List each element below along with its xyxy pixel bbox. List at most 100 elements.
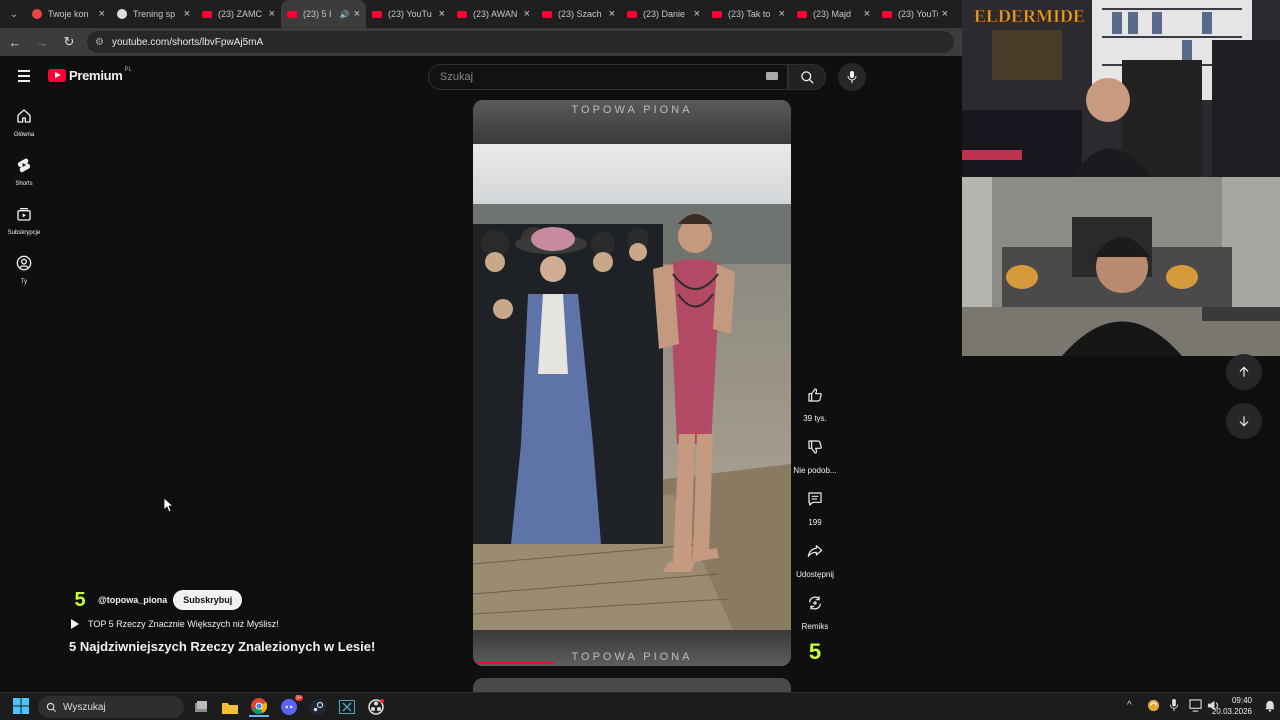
browser-tab[interactable]: (23) AWAN × [451,0,536,28]
browser-tab[interactable]: (23) YouTu × [876,0,954,28]
tab-close-icon[interactable]: × [779,8,785,20]
browser-tab[interactable]: (23) Majd × [791,0,876,28]
youtube-logo[interactable]: Premium PL [48,67,132,83]
search-icon [46,702,57,712]
youtube-icon [712,10,722,18]
comments-button[interactable]: 199 [795,484,835,527]
browser-tab[interactable]: (23) Szach × [536,0,621,28]
sidebar-item-shorts[interactable]: Shorts [0,157,48,187]
browser-tab[interactable]: (23) Danie × [621,0,706,28]
browser-tab[interactable]: (23) YouTu × [366,0,451,28]
remix-label: Remiks [801,622,829,631]
xbox-app-icon[interactable] [337,697,357,717]
tab-title: (23) YouTu [388,9,432,19]
forward-arrow-icon[interactable]: → [30,35,54,50]
playlist-link[interactable]: TOP 5 Rzeczy Znacznie Większych niż Myśl… [71,619,279,629]
voice-search-button[interactable] [838,63,866,91]
dislike-button[interactable]: Nie podob... [793,432,837,475]
home-icon [17,109,31,123]
playlist-play-icon [71,619,79,629]
remix-circle [800,588,830,618]
tab-title: (23) YouTu [898,9,938,19]
tab-close-icon[interactable]: × [942,8,948,20]
site-favicon-icon [32,9,42,19]
obs-icon[interactable] [366,697,386,717]
sidebar-item-label: Ty [20,279,28,285]
tab-title: (23) 5 I [303,9,332,19]
tab-close-icon[interactable]: × [354,8,360,20]
youtube-icon [287,10,297,18]
tab-title: (23) ZAMC [218,9,263,19]
tab-close-icon[interactable]: × [439,8,445,20]
previous-short-button[interactable] [1226,354,1262,390]
sidebar-item-you[interactable]: Ty [0,255,48,285]
mouse-cursor-icon [163,497,175,517]
channel-handle[interactable]: @topowa_piona [98,595,167,605]
tab-close-icon[interactable]: × [609,8,615,20]
menu-icon[interactable] [18,70,30,82]
sidebar-item-home[interactable]: Główna [0,108,48,138]
tray-overflow-chevron-icon[interactable]: ^ [1127,700,1132,711]
tab-close-icon[interactable]: × [269,8,275,20]
steam-icon[interactable] [308,697,328,717]
next-short-button[interactable] [1226,403,1262,439]
taskbar-search-box[interactable]: Wyszukaj [38,696,184,718]
search-box [428,64,788,90]
sidebar-item-subscriptions[interactable]: Subskrypcje [0,206,48,236]
comment-count: 199 [808,518,822,527]
search-button[interactable] [788,64,826,90]
microphone-tray-icon[interactable] [1169,699,1179,717]
reload-icon[interactable]: ↻ [57,34,81,50]
share-circle [800,536,830,566]
thumbs-down-icon [808,440,822,454]
browser-tab[interactable]: (23) ZAMC × [196,0,281,28]
tab-close-icon[interactable]: × [524,8,530,20]
playlist-title: TOP 5 Rzeczy Znacznie Większych niż Myśl… [88,619,279,629]
youtube-icon [372,10,382,18]
site-info-icon[interactable]: ⚙ [95,37,104,48]
url-text: youtube.com/shorts/lbvFpwAj5mA [111,36,264,48]
windows-start-icon[interactable] [13,698,29,714]
back-arrow-icon[interactable]: ← [3,35,27,50]
file-explorer-icon[interactable] [220,697,240,717]
youtube-play-icon [48,69,66,82]
discord-icon[interactable]: 9+ [279,695,303,717]
next-short-preview[interactable] [473,678,791,692]
task-view-icon[interactable] [191,697,211,717]
dislike-circle [800,432,830,462]
keyboard-icon[interactable] [766,72,778,80]
search-input[interactable] [440,71,740,83]
tab-close-icon[interactable]: × [864,8,870,20]
thumbs-up-icon [808,388,822,402]
tray-app-icon[interactable] [1147,699,1160,717]
share-button[interactable]: Udostępnij [795,536,835,579]
browser-tab[interactable]: Twoje kon × [26,0,111,28]
like-button[interactable]: 39 tys. [795,380,835,423]
tab-search-dropdown-icon[interactable]: ⌄ [2,2,26,26]
chrome-icon[interactable] [249,697,269,717]
like-count: 39 tys. [803,414,827,423]
tab-title: (23) Szach [558,9,602,19]
remix-button[interactable]: Remiks [795,588,835,631]
tab-close-icon[interactable]: × [184,8,190,20]
tab-audio-icon[interactable]: 🔊 [340,10,350,19]
video-progress-bar[interactable] [477,662,555,664]
tab-bar: ⌄ Twoje kon × Trening sp × (23) ZAMC × (23)… [0,0,962,28]
youtube-icon [542,10,552,18]
url-field[interactable]: ⚙ youtube.com/shorts/lbvFpwAj5mA [87,31,954,53]
sidebar-item-label: Subskrypcje [7,230,41,236]
tab-close-icon[interactable]: × [99,8,105,20]
short-video-player[interactable]: TOPOWA PIONA TOPOWA PIONA [473,100,791,666]
youtube-page: Premium PL Główna Shorts Subskrypcje Ty … [0,56,962,692]
tab-title: Twoje kon [48,9,89,19]
sidebar-item-label: Główna [13,132,35,138]
channel-avatar[interactable]: 5 [70,590,90,610]
browser-tab-active[interactable]: (23) 5 I 🔊 × [281,0,366,28]
browser-tab[interactable]: (23) Tak to × [706,0,791,28]
subscribe-button[interactable]: Subskrybuj [173,590,243,610]
taskbar-clock[interactable]: 09:40 20.03.2026 [1200,695,1252,717]
tab-close-icon[interactable]: × [694,8,700,20]
notifications-bell-icon[interactable] [1264,699,1276,717]
channel-badge-button[interactable]: 5 [795,640,835,664]
browser-tab[interactable]: Trening sp × [111,0,196,28]
